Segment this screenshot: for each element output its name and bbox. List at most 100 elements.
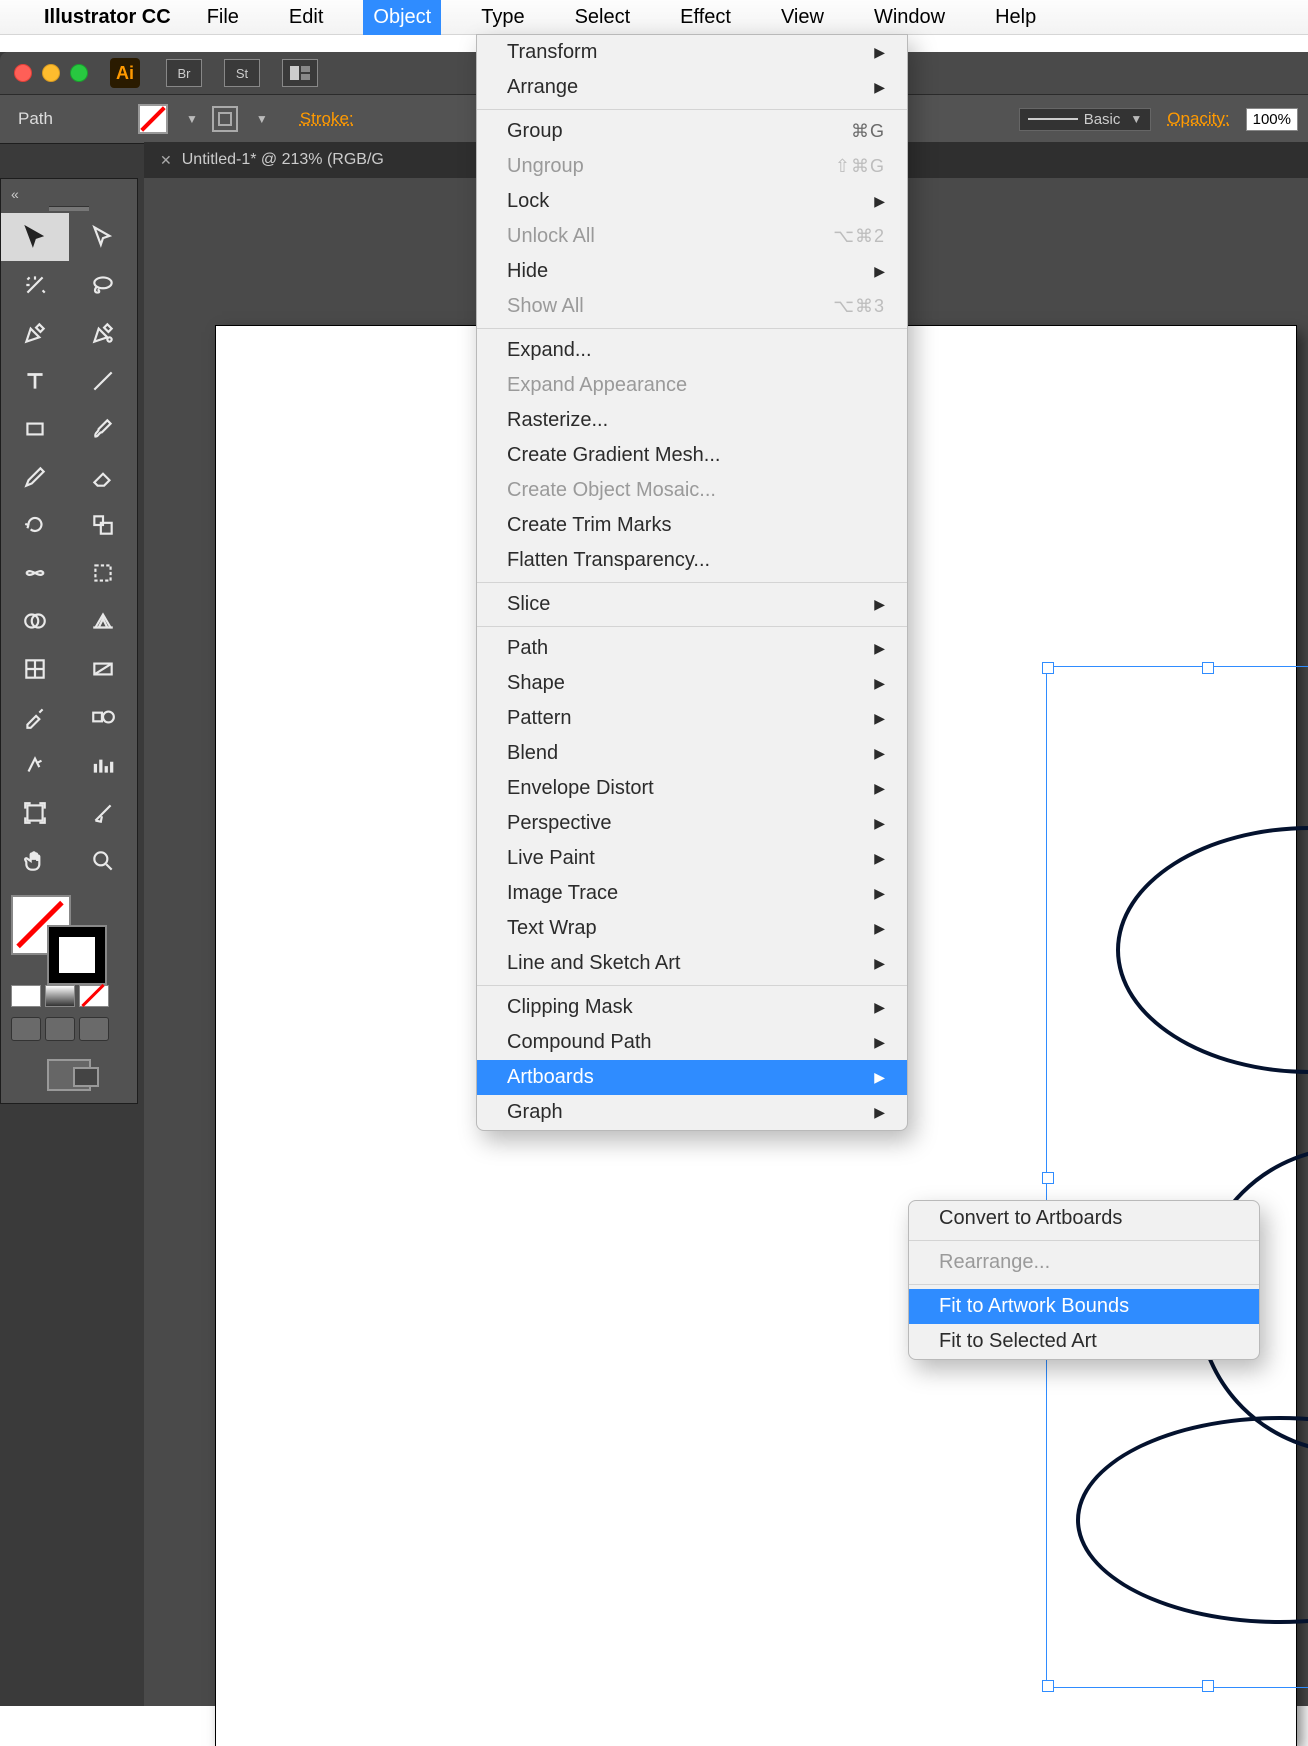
pencil-tool[interactable] [1, 453, 69, 501]
menu-item[interactable]: Create Trim Marks [477, 508, 907, 543]
menu-item[interactable]: Line and Sketch Art▶ [477, 946, 907, 981]
blend-tool[interactable] [69, 693, 137, 741]
menu-object[interactable]: Object [363, 0, 441, 35]
menu-item[interactable]: Live Paint▶ [477, 841, 907, 876]
eraser-tool[interactable] [69, 453, 137, 501]
color-mode-solid[interactable] [11, 985, 41, 1007]
lasso-tool[interactable] [69, 261, 137, 309]
artboard-tool[interactable] [1, 789, 69, 837]
menu-item[interactable]: Slice▶ [477, 587, 907, 622]
type-tool[interactable] [1, 357, 69, 405]
panel-collapse-icon[interactable]: « [1, 185, 137, 203]
curvature-tool[interactable] [69, 309, 137, 357]
menu-effect[interactable]: Effect [670, 0, 741, 35]
menu-help[interactable]: Help [985, 0, 1046, 35]
submenu-arrow-icon: ▶ [850, 850, 885, 867]
menu-edit[interactable]: Edit [279, 0, 333, 35]
symbol-sprayer-tool[interactable] [1, 741, 69, 789]
menu-window[interactable]: Window [864, 0, 955, 35]
app-name[interactable]: Illustrator CC [44, 6, 171, 29]
selection-tool[interactable] [1, 213, 69, 261]
rectangle-tool[interactable] [1, 405, 69, 453]
color-mode-gradient[interactable] [45, 985, 75, 1007]
menu-item[interactable]: Path▶ [477, 631, 907, 666]
line-tool[interactable] [69, 357, 137, 405]
menu-item[interactable]: Group⌘G [477, 114, 907, 149]
fill-dropdown-icon[interactable]: ▼ [186, 112, 198, 126]
draw-inside[interactable] [79, 1017, 109, 1041]
shape-builder-tool[interactable] [1, 597, 69, 645]
width-tool[interactable] [1, 549, 69, 597]
menu-item[interactable]: Pattern▶ [477, 701, 907, 736]
menu-item[interactable]: Flatten Transparency... [477, 543, 907, 578]
document-tab[interactable]: ✕ Untitled-1* @ 213% (RGB/G [144, 151, 400, 169]
menu-item[interactable]: Perspective▶ [477, 806, 907, 841]
menu-item[interactable]: Envelope Distort▶ [477, 771, 907, 806]
minimize-window-button[interactable] [42, 64, 60, 82]
stroke-color-control[interactable] [49, 927, 105, 983]
opacity-field[interactable]: 100% [1246, 108, 1298, 131]
pen-tool[interactable] [1, 309, 69, 357]
eyedropper-tool[interactable] [1, 693, 69, 741]
stroke-dropdown-icon[interactable]: ▼ [256, 112, 268, 126]
brush-definition-dropdown[interactable]: Basic ▼ [1019, 108, 1152, 131]
menu-item[interactable]: Arrange▶ [477, 70, 907, 105]
menu-item[interactable]: Create Gradient Mesh... [477, 438, 907, 473]
magic-wand-tool[interactable] [1, 261, 69, 309]
menu-select[interactable]: Select [565, 0, 641, 35]
draw-behind[interactable] [45, 1017, 75, 1041]
stock-button[interactable]: St [224, 59, 260, 87]
resize-handle[interactable] [1042, 1680, 1054, 1692]
gradient-tool[interactable] [69, 645, 137, 693]
opacity-label[interactable]: Opacity: [1167, 109, 1229, 129]
menu-item[interactable]: Shape▶ [477, 666, 907, 701]
arrange-docs-button[interactable] [282, 59, 318, 87]
menu-item[interactable]: Convert to Artboards [909, 1201, 1259, 1236]
rotate-tool[interactable] [1, 501, 69, 549]
menu-type[interactable]: Type [471, 0, 534, 35]
free-transform-tool[interactable] [69, 549, 137, 597]
close-window-button[interactable] [14, 64, 32, 82]
resize-handle[interactable] [1202, 662, 1214, 674]
menu-item[interactable]: Text Wrap▶ [477, 911, 907, 946]
screen-mode-toggle[interactable] [1, 1051, 137, 1103]
menu-item[interactable]: Lock▶ [477, 184, 907, 219]
menu-item[interactable]: Compound Path▶ [477, 1025, 907, 1060]
selection-bounding-box[interactable] [1046, 666, 1308, 1688]
color-mode-none[interactable] [79, 985, 109, 1007]
menu-view[interactable]: View [771, 0, 834, 35]
menu-item[interactable]: Rasterize... [477, 403, 907, 438]
direct-selection-tool[interactable] [69, 213, 137, 261]
draw-normal[interactable] [11, 1017, 41, 1041]
zoom-window-button[interactable] [70, 64, 88, 82]
menu-item[interactable]: Fit to Artwork Bounds [909, 1289, 1259, 1324]
close-tab-icon[interactable]: ✕ [160, 152, 172, 169]
menu-item[interactable]: Image Trace▶ [477, 876, 907, 911]
menu-file[interactable]: File [197, 0, 249, 35]
zoom-tool[interactable] [69, 837, 137, 885]
fill-swatch[interactable] [138, 104, 168, 134]
hand-tool[interactable] [1, 837, 69, 885]
paintbrush-tool[interactable] [69, 405, 137, 453]
scale-tool[interactable] [69, 501, 137, 549]
mesh-tool[interactable] [1, 645, 69, 693]
menu-item[interactable]: Hide▶ [477, 254, 907, 289]
menu-item[interactable]: Blend▶ [477, 736, 907, 771]
menu-item[interactable]: Expand... [477, 333, 907, 368]
menu-item[interactable]: Transform▶ [477, 35, 907, 70]
menu-item[interactable]: Clipping Mask▶ [477, 990, 907, 1025]
stroke-swatch[interactable] [212, 106, 238, 132]
menu-item[interactable]: Graph▶ [477, 1095, 907, 1130]
menu-item[interactable]: Artboards▶ [477, 1060, 907, 1095]
stroke-label[interactable]: Stroke: [300, 109, 354, 129]
menu-item[interactable]: Fit to Selected Art [909, 1324, 1259, 1359]
resize-handle[interactable] [1042, 662, 1054, 674]
bridge-button[interactable]: Br [166, 59, 202, 87]
resize-handle[interactable] [1202, 1680, 1214, 1692]
perspective-grid-tool[interactable] [69, 597, 137, 645]
panel-grip[interactable] [1, 203, 137, 213]
slice-tool[interactable] [69, 789, 137, 837]
fill-stroke-controls[interactable] [1, 889, 137, 979]
resize-handle[interactable] [1042, 1172, 1054, 1184]
column-graph-tool[interactable] [69, 741, 137, 789]
